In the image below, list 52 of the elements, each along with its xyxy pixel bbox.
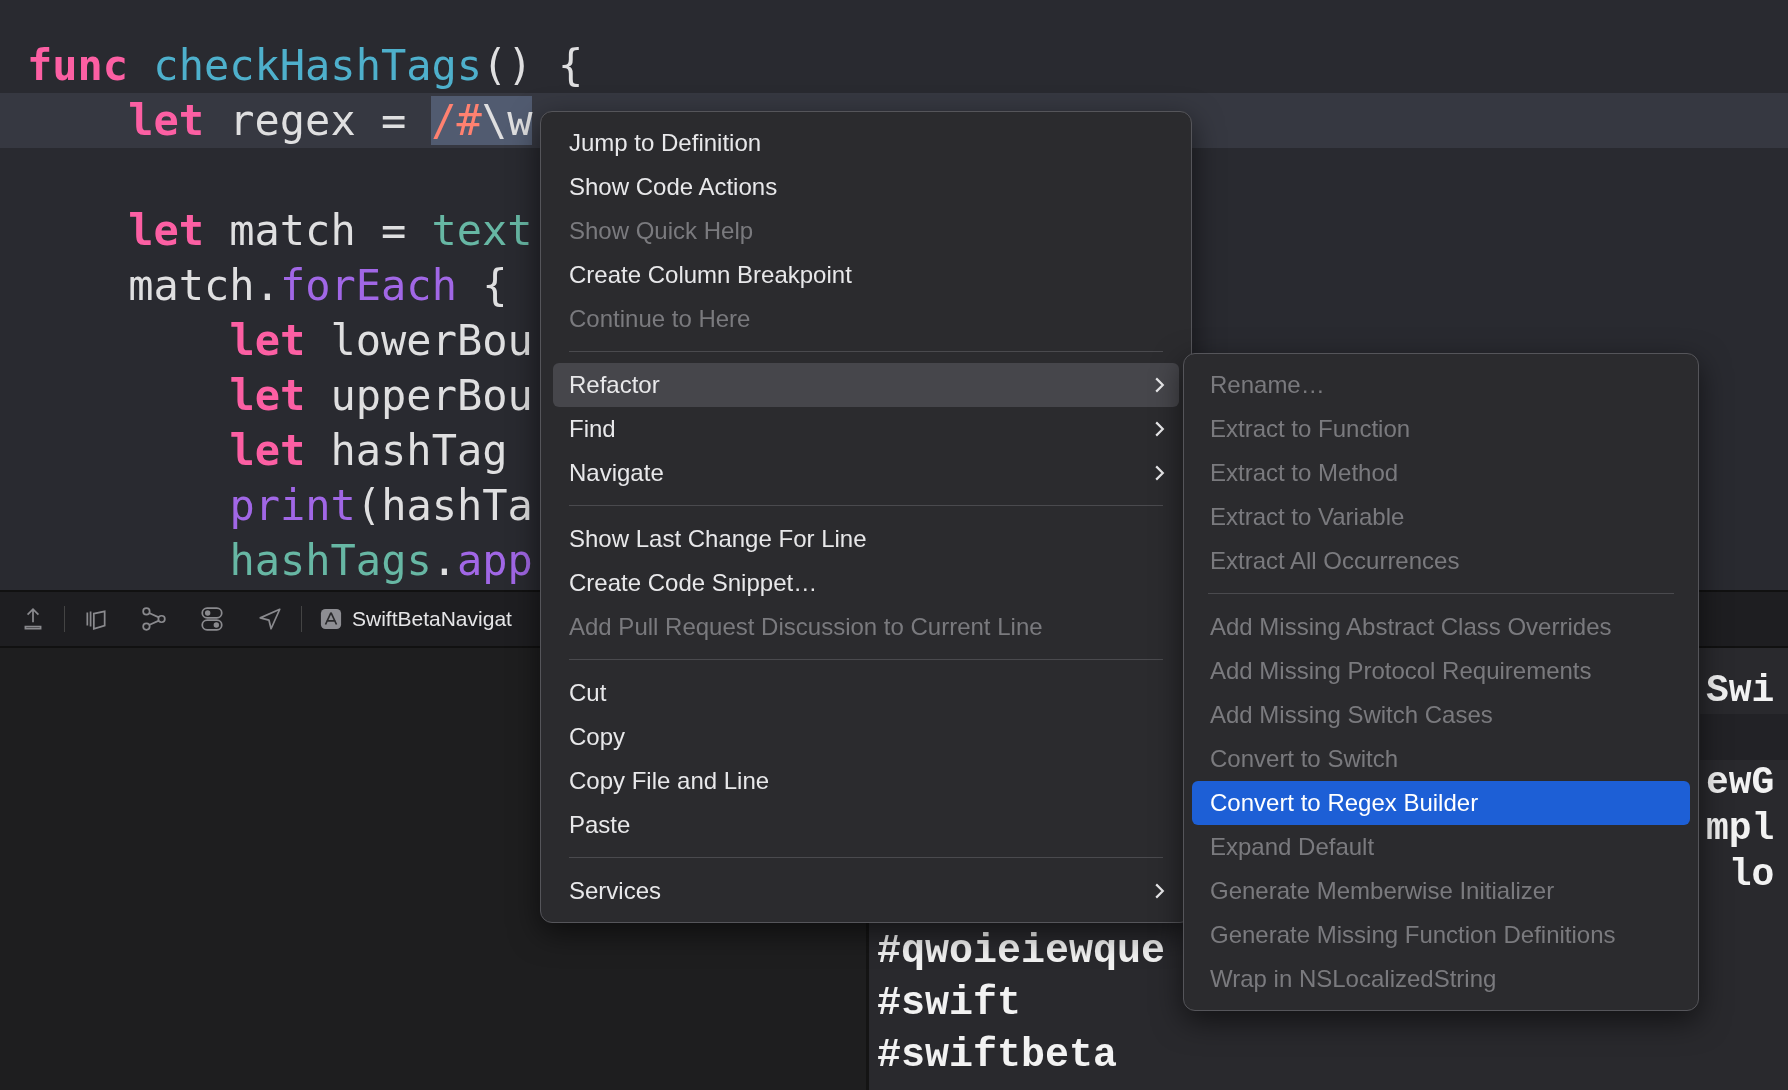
console-line: #swiftbeta xyxy=(877,1032,1119,1080)
code-token: lowerBou xyxy=(330,316,533,365)
menu-item[interactable]: Convert to Regex Builder xyxy=(1192,781,1690,825)
menu-item[interactable]: Refactor xyxy=(553,363,1179,407)
menu-item[interactable]: Paste xyxy=(553,803,1179,847)
code-token: forEach xyxy=(279,261,457,310)
code-token: let xyxy=(229,316,306,365)
toggles-icon[interactable] xyxy=(199,606,225,632)
menu-item[interactable]: Services xyxy=(553,869,1179,913)
code-token: \w xyxy=(481,96,533,145)
console-line: Swi xyxy=(1705,668,1776,714)
code-token: upperBou xyxy=(330,371,533,420)
console-line: #swift xyxy=(877,980,1023,1028)
code-token: hashTag xyxy=(330,426,508,475)
scheme-target[interactable]: SwiftBetaNavigat xyxy=(352,607,512,631)
menu-item[interactable]: Create Column Breakpoint xyxy=(553,253,1179,297)
menu-item[interactable]: Find xyxy=(553,407,1179,451)
code-token: () { xyxy=(482,41,584,90)
chevron-right-icon xyxy=(1154,376,1165,394)
code-token: func xyxy=(27,41,129,90)
code-token: let xyxy=(128,96,205,145)
code-token: app xyxy=(457,536,533,585)
code-token: hashTags xyxy=(229,536,432,585)
menu-item[interactable]: Copy File and Line xyxy=(553,759,1179,803)
console-line: lo xyxy=(1727,852,1776,898)
code-token: (hashTa xyxy=(355,481,533,530)
code-token: . xyxy=(431,536,458,585)
app-icon[interactable] xyxy=(320,608,342,630)
chevron-right-icon xyxy=(1154,420,1165,438)
code-token: let xyxy=(128,206,205,255)
console-line: mpl xyxy=(1705,806,1776,852)
branch-graph-icon[interactable] xyxy=(141,606,167,632)
code-token: match. xyxy=(128,261,280,310)
chevron-right-icon xyxy=(1154,464,1165,482)
menu-item[interactable]: Cut xyxy=(553,671,1179,715)
menu-item[interactable]: Show Last Change For Line xyxy=(553,517,1179,561)
code-token: let xyxy=(229,426,306,475)
code-token: { xyxy=(482,261,508,310)
code-token: checkHashTags xyxy=(153,41,483,90)
code-token: print xyxy=(229,481,356,530)
console-line: #qwoieiewque xyxy=(877,928,1166,976)
menu-item[interactable]: Show Code Actions xyxy=(553,165,1179,209)
menu-item[interactable]: Jump to Definition xyxy=(553,121,1179,165)
code-token: text xyxy=(431,206,533,255)
code-token: let xyxy=(229,371,306,420)
location-arrow-icon[interactable] xyxy=(257,606,283,632)
menu-item[interactable]: Navigate xyxy=(553,451,1179,495)
menu-item[interactable]: Create Code Snippet… xyxy=(553,561,1179,605)
code-token: match = xyxy=(229,206,407,255)
chevron-right-icon xyxy=(1154,882,1165,900)
menu-item[interactable]: Copy xyxy=(553,715,1179,759)
code-token: regex = xyxy=(229,96,407,145)
